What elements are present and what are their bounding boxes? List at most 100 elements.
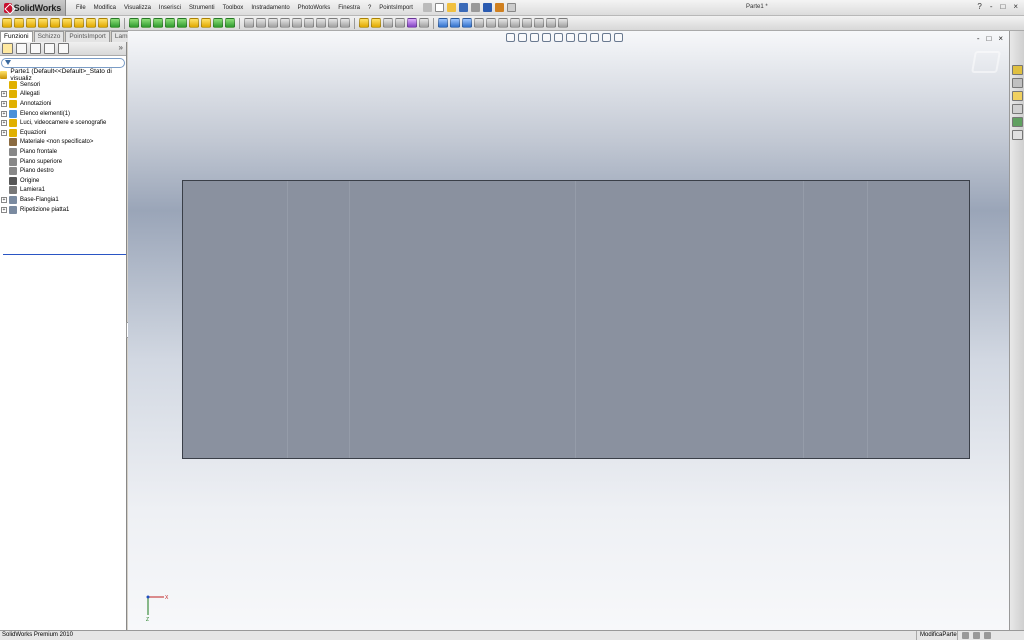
- text-icon[interactable]: [450, 18, 460, 28]
- rib-icon[interactable]: [141, 18, 151, 28]
- bend-line[interactable]: [803, 181, 804, 458]
- rollback-bar[interactable]: [3, 254, 126, 255]
- menu-item-help[interactable]: ?: [364, 5, 375, 11]
- help-button[interactable]: ?: [977, 2, 981, 11]
- lofted-boss-icon[interactable]: [38, 18, 48, 28]
- swept-cut-icon[interactable]: [86, 18, 96, 28]
- new-document-icon[interactable]: [434, 3, 444, 12]
- tab-schizzo[interactable]: Schizzo: [33, 31, 65, 42]
- menu-item-modifica[interactable]: Modifica: [90, 5, 120, 11]
- solidworks-resources-icon[interactable]: [1011, 65, 1023, 75]
- feature-manager-icon[interactable]: [2, 43, 13, 54]
- sketch-icon[interactable]: [371, 18, 381, 28]
- print-icon[interactable]: [470, 3, 480, 12]
- tree-item[interactable]: + Elenco elementi(1): [1, 109, 126, 119]
- undercut-icon[interactable]: [340, 18, 350, 28]
- menu-item-toolbox[interactable]: Toolbox: [219, 5, 248, 11]
- menu-item-file[interactable]: File: [72, 5, 90, 11]
- fillet-icon[interactable]: [98, 18, 108, 28]
- mass-properties-icon[interactable]: [280, 18, 290, 28]
- viewport-maximize-button[interactable]: □: [986, 34, 991, 43]
- undo-icon[interactable]: [482, 3, 492, 12]
- swept-boss-icon[interactable]: [26, 18, 36, 28]
- extruded-boss-icon[interactable]: [2, 18, 12, 28]
- minimize-button[interactable]: -: [990, 2, 993, 11]
- hole-callout-icon[interactable]: [546, 18, 556, 28]
- zoom-to-area-icon[interactable]: [518, 33, 527, 42]
- bend-line[interactable]: [867, 181, 868, 458]
- linear-pattern-icon[interactable]: [129, 18, 139, 28]
- check-mark-icon[interactable]: [486, 18, 496, 28]
- rebuild-status-icon[interactable]: [962, 632, 969, 639]
- pin-icon[interactable]: [422, 3, 432, 12]
- spell-check-icon[interactable]: [462, 18, 472, 28]
- menu-item-inserisci[interactable]: Inserisci: [155, 5, 185, 11]
- chamfer-icon[interactable]: [110, 18, 120, 28]
- tree-item[interactable]: Sensori: [1, 80, 126, 90]
- tree-item[interactable]: Piano superiore: [1, 157, 126, 167]
- tree-item[interactable]: + Equazioni: [1, 128, 126, 138]
- expand-icon[interactable]: +: [1, 100, 7, 107]
- expand-icon[interactable]: +: [1, 196, 7, 203]
- tree-item[interactable]: + Base-Flangia1: [1, 195, 126, 205]
- options-icon[interactable]: [506, 3, 516, 12]
- property-manager-icon[interactable]: [16, 43, 27, 54]
- open-document-icon[interactable]: [446, 3, 456, 12]
- expand-icon[interactable]: +: [1, 110, 7, 117]
- wrap-icon[interactable]: [177, 18, 187, 28]
- interference-icon[interactable]: [292, 18, 302, 28]
- expand-icon[interactable]: +: [1, 91, 7, 98]
- instant3d-icon[interactable]: [244, 18, 254, 28]
- bend-line[interactable]: [349, 181, 350, 458]
- menu-item-pointsimport[interactable]: PointsImport: [375, 5, 417, 11]
- datum-icon[interactable]: [510, 18, 520, 28]
- draft-icon[interactable]: [165, 18, 175, 28]
- surface-finish-icon[interactable]: [534, 18, 544, 28]
- viewport-minimize-button[interactable]: -: [977, 34, 980, 43]
- tab-pointsimport[interactable]: PointsImport: [65, 31, 110, 42]
- tab-funzioni[interactable]: Funzioni: [0, 31, 33, 42]
- save-icon[interactable]: [458, 3, 468, 12]
- feature-tree-filter[interactable]: [1, 58, 125, 68]
- design-library-icon[interactable]: [1011, 78, 1023, 88]
- tree-item[interactable]: + Luci, videocamere e scenografie: [1, 118, 126, 128]
- menu-item-photoworks[interactable]: PhotoWorks: [294, 5, 335, 11]
- hole-wizard-icon[interactable]: [62, 18, 72, 28]
- expand-icon[interactable]: +: [1, 129, 7, 136]
- annotation-note-icon[interactable]: [438, 18, 448, 28]
- display-manager-icon[interactable]: [58, 43, 69, 54]
- curvature-icon[interactable]: [304, 18, 314, 28]
- edit-appearance-icon[interactable]: [590, 33, 599, 42]
- mirror-icon[interactable]: [201, 18, 211, 28]
- tree-item[interactable]: Piano frontale: [1, 147, 126, 157]
- graphics-area[interactable]: - □ × X Z: [128, 31, 1009, 630]
- rebuild-icon[interactable]: [494, 3, 504, 12]
- custom-properties-icon[interactable]: [1011, 130, 1023, 140]
- view-settings-icon[interactable]: [614, 33, 623, 42]
- menu-item-instradamento[interactable]: Instradamento: [247, 5, 293, 11]
- dome-icon[interactable]: [189, 18, 199, 28]
- units-icon[interactable]: [973, 632, 980, 639]
- panel-expand-icon[interactable]: »: [119, 43, 123, 52]
- extruded-cut-icon[interactable]: [50, 18, 60, 28]
- configuration-manager-icon[interactable]: [30, 43, 41, 54]
- line-icon[interactable]: [383, 18, 393, 28]
- gtol-icon[interactable]: [522, 18, 532, 28]
- tree-item[interactable]: Origine: [1, 176, 126, 186]
- weld-symbol-icon[interactable]: [498, 18, 508, 28]
- tree-item[interactable]: + Annotazioni: [1, 99, 126, 109]
- previous-view-icon[interactable]: [530, 33, 539, 42]
- section-view-icon[interactable]: [542, 33, 551, 42]
- dimxpert-manager-icon[interactable]: [44, 43, 55, 54]
- solidworks-logo[interactable]: SolidWorks: [0, 0, 66, 16]
- circle-icon[interactable]: [395, 18, 405, 28]
- menu-item-visualizza[interactable]: Visualizza: [120, 5, 155, 11]
- display-style-icon[interactable]: [566, 33, 575, 42]
- apply-scene-icon[interactable]: [602, 33, 611, 42]
- smart-dimension-icon[interactable]: [359, 18, 369, 28]
- maximize-button[interactable]: □: [1000, 2, 1005, 11]
- flat-sheet-metal-part[interactable]: [182, 180, 970, 459]
- table-icon[interactable]: [558, 18, 568, 28]
- bend-line[interactable]: [575, 181, 576, 458]
- zebra-icon[interactable]: [316, 18, 326, 28]
